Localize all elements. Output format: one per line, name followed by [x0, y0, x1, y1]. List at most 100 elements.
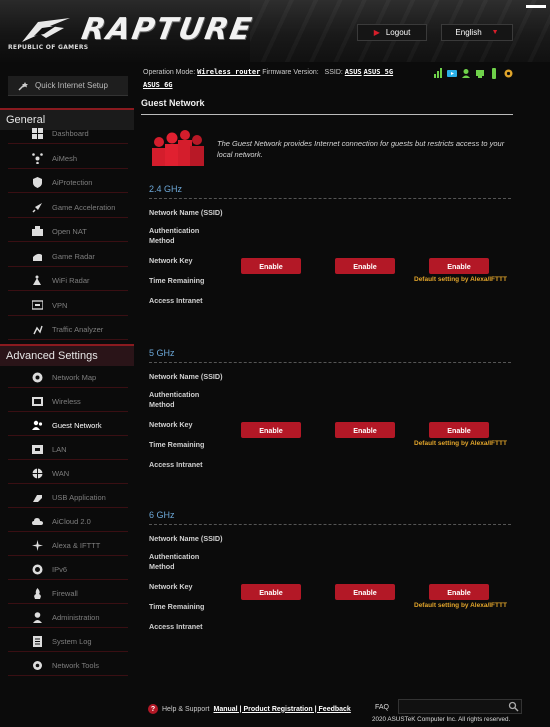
alexa-ifttt-note: Default setting by Alexa/IFTTT [414, 602, 507, 609]
youtube-icon[interactable] [447, 68, 457, 79]
sidebar-item-label: Open NAT [52, 227, 87, 236]
sidebar-item-system-log[interactable]: System Log [8, 632, 128, 652]
sidebar-item-firewall[interactable]: Firewall [8, 584, 128, 604]
sidebar-item-aicloud-2-0[interactable]: AiCloud 2.0 [8, 512, 128, 532]
help-icon: ? [148, 704, 158, 714]
sidebar-item-aiprotection[interactable]: AiProtection [8, 173, 128, 193]
quick-setup-label: Quick Internet Setup [35, 81, 108, 90]
arrow-right-icon: ▶ [373, 28, 380, 37]
sidebar-item-dashboard[interactable]: Dashboard [8, 124, 128, 144]
band-title: 6 GHz [149, 510, 175, 520]
guest-group-icon [152, 130, 204, 166]
ssid-link-6[interactable]: ASUS_6G [143, 81, 173, 89]
ssid-link-5[interactable]: ASUS_5G [364, 68, 394, 76]
header-bar: REPUBLIC OF GAMERS RAPTURE ▶ Logout Engl… [0, 0, 550, 62]
rocket-icon [32, 202, 43, 213]
sidebar-item-label: Alexa & IFTTT [52, 541, 101, 550]
shield-icon [32, 177, 43, 188]
enable-button[interactable]: Enable [335, 258, 395, 274]
sidebar-item-traffic-analyzer[interactable]: Traffic Analyzer [8, 320, 128, 340]
enable-button[interactable]: Enable [335, 422, 395, 438]
sidebar-item-label: Dashboard [52, 129, 89, 138]
quick-internet-setup-button[interactable]: Quick Internet Setup [8, 76, 128, 96]
field-label-ssid: Network Name (SSID) [149, 372, 223, 381]
sidebar-item-aimesh[interactable]: AiMesh [8, 149, 128, 169]
enable-button[interactable]: Enable [429, 584, 489, 600]
field-label-ssid: Network Name (SSID) [149, 534, 223, 543]
sidebar-item-network-map[interactable]: Network Map [8, 368, 128, 388]
enable-button[interactable]: Enable [241, 584, 301, 600]
sidebar-item-lan[interactable]: LAN [8, 440, 128, 460]
sidebar-item-alexa-ifttt[interactable]: Alexa & IFTTT [8, 536, 128, 556]
field-label-intranet: Access Intranet [149, 460, 203, 469]
sidebar-item-wifi-radar[interactable]: WiFi Radar [8, 271, 128, 291]
op-mode-link[interactable]: Wireless router [197, 68, 260, 76]
sidebar-item-open-nat[interactable]: Open NAT [8, 222, 128, 242]
sidebar-item-game-radar[interactable]: Game Radar [8, 247, 128, 267]
sidebar-item-label: System Log [52, 637, 92, 646]
aimesh-icon [32, 152, 43, 164]
signal-icon[interactable] [433, 68, 443, 79]
sidebar-item-label: WAN [52, 469, 70, 478]
ssid-label: SSID: [324, 69, 343, 76]
wireless-icon [32, 396, 43, 407]
admin-icon [32, 612, 43, 623]
sidebar-item-vpn[interactable]: VPN [8, 296, 128, 316]
alexa-ifttt-note: Default setting by Alexa/IFTTT [414, 276, 507, 283]
footer-links[interactable]: Manual | Product Registration | Feedback [213, 706, 350, 713]
band-title: 2.4 GHz [149, 184, 183, 194]
vpn-icon [32, 299, 43, 311]
main-content: Operation Mode: Wireless router Firmware… [137, 62, 517, 702]
system-log-icon [32, 636, 43, 647]
field-label-key: Network Key [149, 256, 193, 265]
field-label-key: Network Key [149, 582, 193, 591]
usb-drive-icon[interactable] [489, 68, 499, 79]
faq-search-input[interactable] [398, 699, 522, 714]
field-label-intranet: Access Intranet [149, 622, 203, 631]
language-value: English [455, 28, 482, 37]
sidebar-item-game-acceleration[interactable]: Game Acceleration [8, 198, 128, 218]
field-label-time: Time Remaining [149, 440, 205, 449]
sidebar-item-ipv6[interactable]: IPv6 [8, 560, 128, 580]
enable-button[interactable]: Enable [241, 422, 301, 438]
footer: ? Help & Support Manual | Product Regist… [0, 694, 550, 727]
sidebar-item-administration[interactable]: Administration [8, 608, 128, 628]
firewall-icon [32, 588, 43, 599]
brand-subtitle: REPUBLIC OF GAMERS [8, 44, 89, 51]
network-map-icon [32, 372, 43, 383]
sidebar-item-label: AiMesh [52, 153, 78, 163]
sidebar-item-label: LAN [52, 445, 67, 454]
band-divider [149, 362, 511, 363]
band-divider [149, 198, 511, 199]
sidebar-item-guest-network[interactable]: Guest Network [8, 416, 128, 436]
language-select[interactable]: English ▼ [441, 24, 513, 41]
faq-label: FAQ [375, 704, 390, 711]
usb-icon [32, 492, 43, 503]
rog-logo-icon [22, 18, 70, 42]
sidebar-item-label: USB Application [52, 493, 106, 502]
open-nat-icon [32, 226, 43, 237]
logout-label: Logout [385, 28, 411, 37]
sidebar-item-usb-application[interactable]: USB Application [8, 488, 128, 508]
logout-button[interactable]: ▶ Logout [357, 24, 427, 41]
enable-button[interactable]: Enable [241, 258, 301, 274]
field-label-auth: Authentication Method [149, 226, 200, 245]
brand-title: RAPTURE [78, 12, 256, 47]
enable-button[interactable]: Enable [429, 422, 489, 438]
sidebar-item-label: IPv6 [52, 565, 68, 574]
sidebar-item-network-tools[interactable]: Network Tools [8, 656, 128, 676]
sidebar-item-wireless[interactable]: Wireless [8, 392, 128, 412]
help-support-label[interactable]: Help & Support [162, 706, 209, 713]
tools-icon [32, 660, 43, 671]
ssid-link-24[interactable]: ASUS [345, 68, 362, 76]
enable-button[interactable]: Enable [335, 584, 395, 600]
status-icons [433, 68, 513, 79]
help-support: ? Help & Support Manual | Product Regist… [148, 704, 351, 714]
user-icon[interactable] [461, 68, 471, 79]
sidebar-item-label: Network Tools [52, 661, 99, 670]
sidebar-item-wan[interactable]: WAN [8, 464, 128, 484]
settings-gear-icon[interactable] [503, 68, 513, 79]
search-icon[interactable] [508, 701, 519, 712]
enable-button[interactable]: Enable [429, 258, 489, 274]
usb-status-icon[interactable] [475, 68, 485, 79]
